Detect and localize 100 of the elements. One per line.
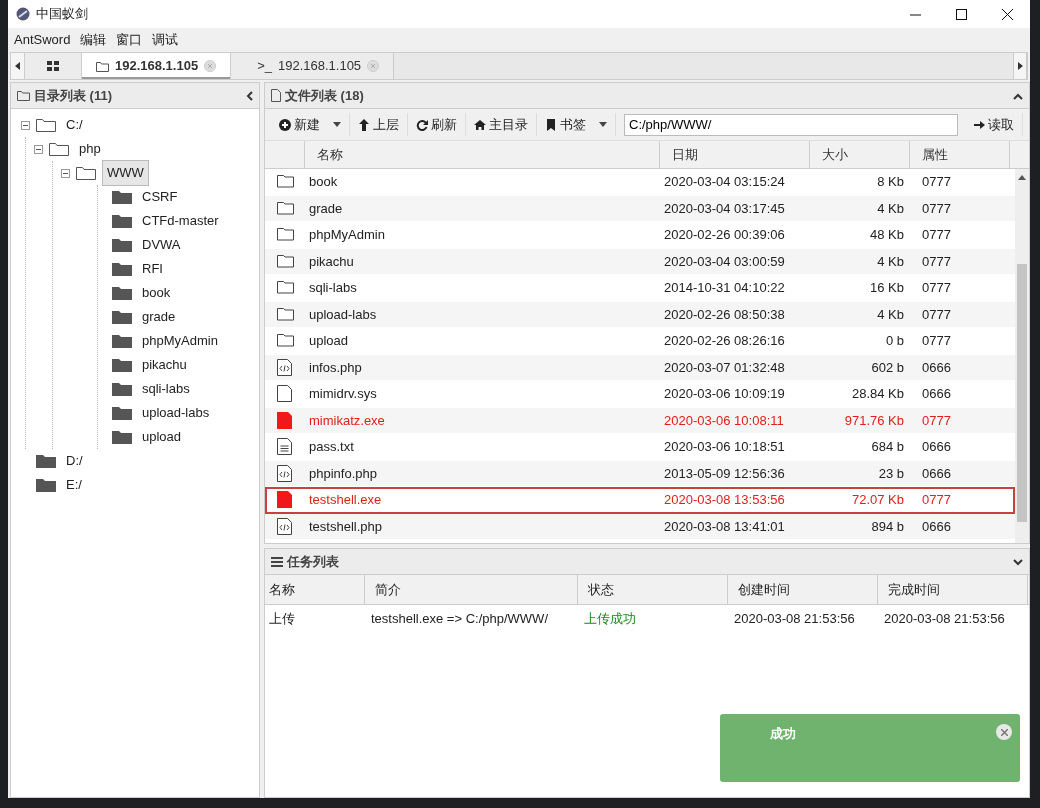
right-arrow-icon	[974, 119, 985, 130]
tab[interactable]	[25, 53, 82, 79]
file-date: 2013-05-09 12:56:36	[664, 465, 785, 481]
folder-icon	[276, 332, 294, 350]
file-permissions: 0777	[922, 280, 951, 295]
tab-label: 192.168.1.105	[115, 57, 199, 76]
read-button[interactable]: 读取	[966, 112, 1023, 137]
up-arrow-icon	[1018, 175, 1026, 180]
column-header[interactable]: 大小	[810, 141, 910, 168]
file-row[interactable]: phpMyAdmin 2020-02-26 00:39:06 48 Kb 0777	[265, 222, 1015, 249]
column-header[interactable]: 创建时间	[728, 575, 878, 604]
collapse-icon[interactable]	[34, 144, 43, 154]
column-header[interactable]: 简介	[365, 575, 578, 604]
tree-item[interactable]: WWW	[102, 160, 149, 186]
file-row[interactable]: mimidrv.sys 2020-03-06 10:09:19 28.84 Kb 0666	[265, 381, 1015, 408]
tree-item[interactable]: C:/	[62, 113, 87, 137]
tree-item[interactable]: php	[75, 137, 105, 161]
column-header[interactable]: 名称	[305, 141, 660, 168]
tree-item[interactable]: D:/	[62, 449, 87, 473]
file-row[interactable]: sqli-labs 2014-10-31 04:10:22 16 Kb 0777	[265, 275, 1015, 302]
window-title: 中国蚁剑	[36, 5, 88, 24]
file-row[interactable]: mimikatz.exe 2020-03-06 10:08:11 971.76 Kb 0777	[265, 407, 1015, 434]
file-row[interactable]: phpinfo.php 2013-05-09 12:56:36 23 b 0666	[265, 460, 1015, 487]
file-row[interactable]: grade 2020-03-04 03:17:45 4 Kb 0777	[265, 195, 1015, 222]
collapse-icon[interactable]	[21, 120, 30, 130]
file-name: upload-labs	[309, 306, 377, 322]
folder-icon	[112, 310, 132, 324]
folder-icon	[112, 238, 132, 252]
refresh-icon	[416, 118, 428, 131]
file-date: 2020-02-26 08:26:16	[664, 333, 785, 348]
close-button[interactable]	[996, 724, 1012, 740]
file-size: 48 Kb	[870, 227, 904, 242]
file-row[interactable]: testshell.php 2020-03-08 13:41:01 894 b 0666	[265, 513, 1015, 540]
file-date: 2020-03-08 13:41:01	[664, 518, 785, 534]
file-row[interactable]: book 2020-03-04 03:15:24 8 Kb 0777	[265, 169, 1015, 196]
path-field[interactable]: C:/php/WWW/	[624, 113, 958, 136]
code-file-icon	[276, 464, 294, 482]
file-permissions: 0666	[922, 359, 951, 375]
file-date: 2020-03-04 03:17:45	[664, 200, 785, 216]
file-date: 2020-02-26 08:50:38	[664, 306, 785, 322]
toolbar-button[interactable]: 书签	[537, 112, 616, 137]
tree-item[interactable]: CSRF	[138, 185, 182, 209]
tab[interactable]: >_ 192.168.1.105	[231, 53, 395, 79]
toolbar-button[interactable]: 刷新	[408, 112, 466, 137]
file-row[interactable]: pass.txt 2020-03-06 10:18:51 684 b 0666	[265, 434, 1015, 461]
tree-item[interactable]: upload-labs	[138, 401, 214, 425]
tree-item[interactable]: E:/	[62, 473, 86, 497]
file-icon	[276, 491, 294, 509]
file-row[interactable]: pikachu 2020-03-04 03:00:59 4 Kb 0777	[265, 248, 1015, 275]
file-row[interactable]: testshell.exe 2020-03-08 13:53:56 72.07 Kb 0777	[265, 487, 1015, 514]
menu-item[interactable]: 调试	[152, 30, 179, 50]
scroll-left-button[interactable]	[11, 53, 25, 79]
menu-item[interactable]: AntSword	[14, 30, 71, 50]
column-header[interactable]: 名称	[265, 575, 365, 604]
file-size: 4 Kb	[877, 200, 904, 216]
scroll-right-button[interactable]	[1013, 53, 1027, 79]
tree-item[interactable]: phpMyAdmin	[138, 329, 222, 353]
file-name: sqli-labs	[309, 280, 357, 295]
column-header[interactable]: 日期	[660, 141, 810, 168]
tree-item[interactable]: upload	[138, 425, 186, 449]
file-permissions: 0777	[922, 412, 951, 428]
grid-icon	[47, 61, 59, 71]
toolbar-button[interactable]: 主目录	[466, 112, 537, 137]
file-size: 8 Kb	[877, 174, 904, 189]
menu-item[interactable]: 窗口	[116, 30, 143, 50]
file-date: 2020-03-06 10:08:11	[664, 412, 784, 428]
column-header[interactable]: 完成时间	[878, 575, 1028, 604]
file-size: 4 Kb	[877, 253, 904, 269]
tree-item[interactable]: grade	[138, 305, 180, 329]
file-name: infos.php	[309, 359, 362, 375]
tree-item[interactable]: CTFd-master	[138, 209, 223, 233]
app-logo-icon	[16, 7, 30, 21]
menu-item[interactable]: 编辑	[80, 30, 107, 50]
column-header[interactable]: 属性	[910, 141, 1010, 168]
file-row[interactable]: upload-labs 2020-02-26 08:50:38 4 Kb 0777	[265, 301, 1015, 328]
tree-item[interactable]: DVWA	[138, 233, 185, 257]
toolbar-button[interactable]: 上层	[350, 112, 408, 137]
tree-item[interactable]: sqli-labs	[138, 377, 194, 401]
file-date: 2020-03-08 13:53:56	[664, 492, 785, 507]
folder-icon	[112, 190, 132, 204]
tab[interactable]: 192.168.1.105	[82, 53, 232, 79]
code-file-icon	[276, 358, 294, 376]
toolbar-button[interactable]: 新建	[271, 112, 350, 137]
tree-item[interactable]: RFI	[138, 257, 167, 281]
chevron-up-icon	[1013, 92, 1023, 100]
file-name: mimidrv.sys	[309, 386, 377, 401]
column-header[interactable]: 状态	[578, 575, 728, 604]
file-row[interactable]: infos.php 2020-03-07 01:32:48 602 b 0666	[265, 354, 1015, 381]
scrollbar[interactable]	[1015, 169, 1029, 543]
tree-item[interactable]: book	[138, 281, 175, 305]
file-name: pikachu	[309, 253, 354, 269]
task-finished-time: 2020-03-08 21:53:56	[884, 610, 1005, 629]
file-size: 684 b	[871, 439, 904, 454]
file-name: phpinfo.php	[309, 465, 377, 481]
folder-icon	[36, 478, 56, 492]
file-row[interactable]: upload 2020-02-26 08:26:16 0 b 0777	[265, 328, 1015, 355]
tree-item[interactable]: pikachu	[138, 353, 191, 377]
collapse-icon[interactable]	[61, 168, 70, 178]
folder-icon	[276, 226, 294, 244]
file-permissions: 0777	[922, 253, 951, 269]
